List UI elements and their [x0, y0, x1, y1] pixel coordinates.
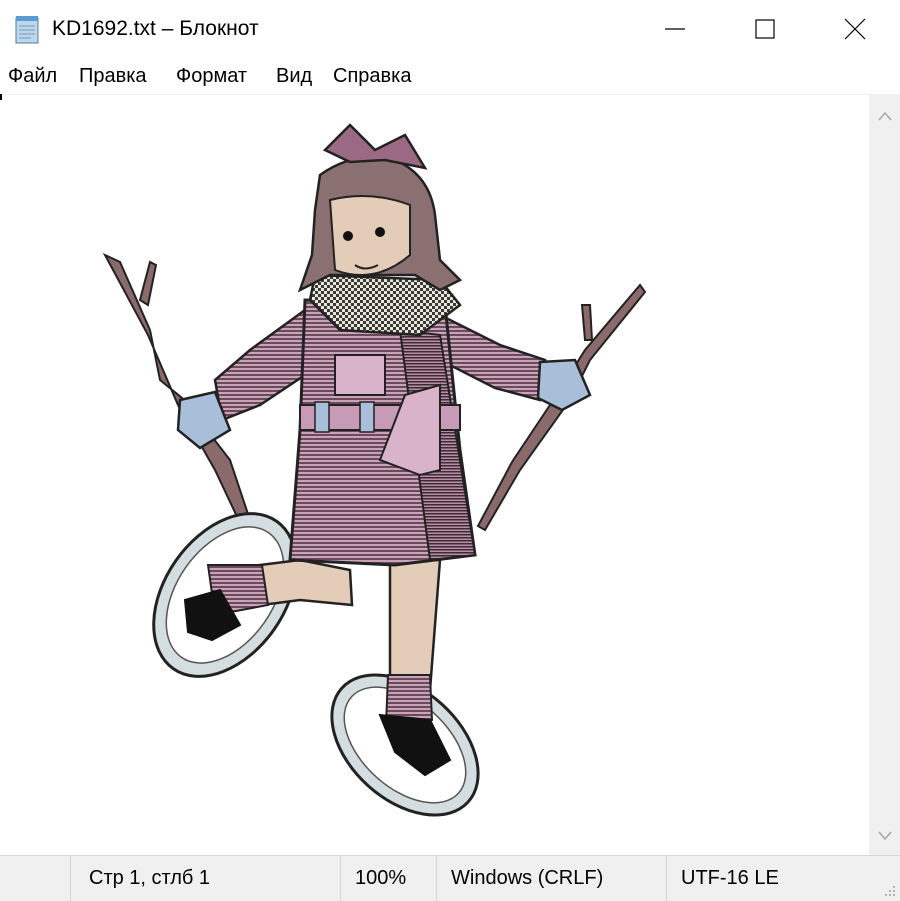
chevron-down-icon: [877, 831, 892, 841]
maximize-icon: [755, 19, 775, 39]
scroll-up-button[interactable]: [869, 101, 900, 131]
cursor-position: Стр 1, стлб 1: [70, 856, 340, 901]
zoom-level: 100%: [340, 856, 436, 901]
text-caret: [0, 94, 2, 100]
minimize-icon: [665, 28, 685, 30]
text-editor[interactable]: [0, 95, 869, 855]
menu-help[interactable]: Справка: [333, 64, 411, 88]
scroll-down-button[interactable]: [869, 821, 900, 851]
window-title: KD1692.txt – Блокнот: [52, 17, 259, 40]
maximize-button[interactable]: [720, 0, 810, 58]
encoding: UTF-16 LE: [666, 856, 900, 901]
line-endings: Windows (CRLF): [436, 856, 666, 901]
title-bar: KD1692.txt – Блокнот: [0, 0, 900, 58]
notepad-icon: [15, 16, 39, 44]
minimize-button[interactable]: [630, 0, 720, 58]
close-button[interactable]: [810, 0, 900, 58]
menu-edit[interactable]: Правка: [79, 64, 147, 88]
status-bar: Стр 1, стлб 1 100% Windows (CRLF) UTF-16…: [0, 855, 900, 901]
menu-view[interactable]: Вид: [276, 64, 312, 88]
ascii-art-girl-on-snowshoes: [102, 123, 647, 817]
menu-bar: Файл Правка Формат Вид Справка: [0, 58, 900, 95]
vertical-scrollbar[interactable]: [869, 95, 900, 855]
close-icon: [844, 18, 866, 40]
resize-grip-icon[interactable]: [883, 884, 897, 898]
chevron-up-icon: [877, 111, 892, 121]
menu-format[interactable]: Формат: [176, 64, 247, 88]
menu-file[interactable]: Файл: [8, 64, 57, 88]
